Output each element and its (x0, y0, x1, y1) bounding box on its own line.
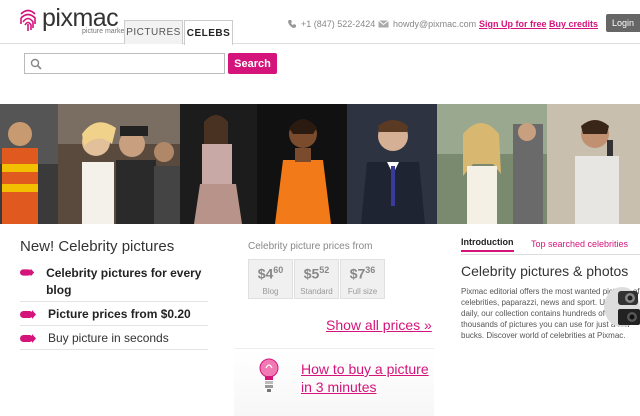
tab-underline (461, 254, 640, 255)
phone-number: +1 (847) 522-2424 (301, 19, 376, 29)
pink-bullet-icon (20, 310, 36, 319)
celebrity-photo[interactable] (547, 104, 640, 224)
lightbulb-icon (259, 358, 279, 392)
intro-title: Celebrity pictures & photos (461, 263, 629, 279)
phone-contact: +1 (847) 522-2424 (287, 18, 375, 30)
price-box-standard[interactable]: $552 Standard (294, 259, 339, 299)
divider (20, 325, 208, 326)
price-label: Blog (262, 286, 279, 296)
tab-top-searched[interactable]: Top searched celebrities (531, 236, 628, 252)
login-button[interactable]: Login (606, 14, 640, 32)
feature-text: Celebrity pictures for every blog (46, 266, 202, 297)
mail-icon (378, 20, 389, 28)
tab-pictures[interactable]: PICTURES (124, 20, 183, 44)
tab-introduction[interactable]: Introduction (461, 236, 514, 252)
feature-item: Picture prices from $0.20 (20, 307, 208, 323)
fingerprint-icon (20, 9, 36, 31)
howto-link[interactable]: How to buy a picture in 3 minutes (301, 360, 441, 396)
feature-item: Buy picture in seconds (20, 331, 208, 347)
search-button[interactable]: Search (228, 53, 277, 74)
divider (20, 349, 208, 350)
celebrity-photo[interactable] (58, 104, 180, 224)
pink-bullet-icon (20, 268, 35, 277)
price-title: Celebrity picture prices from (248, 241, 373, 252)
buy-credits-link[interactable]: Buy credits (549, 18, 598, 30)
feature-text: Buy picture in seconds (48, 331, 169, 345)
header: pixmac picture market PICTURES CELEBS +1… (0, 0, 640, 45)
email-contact[interactable]: howdy@pixmac.com (378, 18, 476, 30)
logo-tagline: picture market (82, 28, 127, 35)
search-input[interactable] (24, 53, 225, 74)
price-label: Standard (300, 286, 333, 296)
price-box-blog[interactable]: $460 Blog (248, 259, 293, 299)
camera-icon (604, 287, 640, 327)
price-cents: 60 (273, 265, 284, 275)
login-label: Login (612, 18, 635, 28)
divider (20, 301, 208, 302)
section-title: New! Celebrity pictures (20, 238, 175, 255)
celebrity-photo[interactable] (437, 104, 547, 224)
logo-name: pixmac (42, 4, 119, 32)
celebrity-photo[interactable] (0, 104, 58, 224)
search-icon (30, 58, 42, 70)
price-cents: 36 (365, 265, 376, 275)
email-address[interactable]: howdy@pixmac.com (393, 19, 476, 29)
feature-text: Picture prices from $0.20 (48, 307, 191, 321)
celebrity-photo[interactable] (180, 104, 257, 224)
celebrity-photo-strip (0, 104, 640, 224)
price-label: Full size (347, 286, 378, 296)
pixmac-logo[interactable]: pixmac picture market (18, 6, 126, 35)
price-cents: 52 (319, 265, 330, 275)
show-all-prices-link[interactable]: Show all prices » (326, 317, 432, 333)
tab-celebs[interactable]: CELEBS (184, 20, 233, 45)
pink-bullet-icon (20, 334, 36, 343)
signup-link[interactable]: Sign Up for free (479, 18, 547, 30)
celebrity-photo[interactable] (257, 104, 347, 224)
feature-item: Celebrity pictures for every blog (20, 265, 208, 297)
phone-icon (288, 20, 296, 28)
celebrity-photo[interactable] (347, 104, 437, 224)
price-box-full-size[interactable]: $736 Full size (340, 259, 385, 299)
